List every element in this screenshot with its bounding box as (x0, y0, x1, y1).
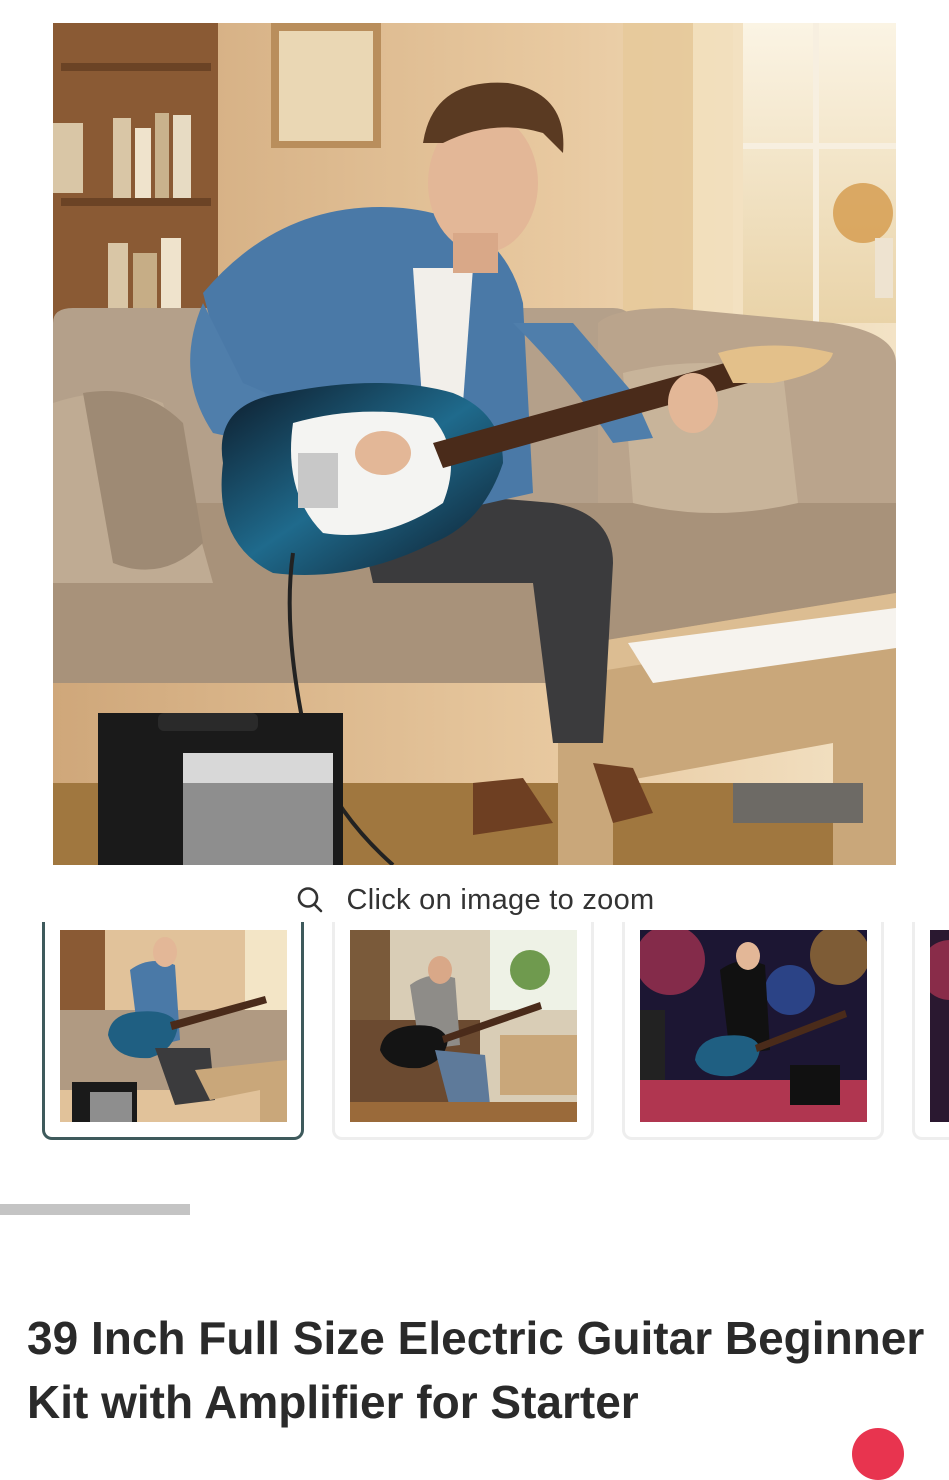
floating-action-badge[interactable] (852, 1428, 904, 1480)
zoom-hint: Click on image to zoom (0, 878, 949, 922)
thumbnail-1[interactable] (42, 922, 304, 1140)
guitar-player-photo (53, 23, 896, 865)
thumbnail-image-partial (930, 930, 949, 1122)
search-icon (295, 885, 325, 915)
zoom-hint-text: Click on image to zoom (346, 883, 655, 916)
thumbnail-image-living-room (60, 930, 287, 1122)
thumbnail-image-cozy-room (350, 930, 577, 1122)
scroll-progress-bar (0, 1204, 190, 1215)
gallery-scroll-indicator (0, 1204, 949, 1215)
thumbnail-4[interactable] (912, 922, 949, 1140)
thumbnail-2[interactable] (332, 922, 594, 1140)
thumbnail-3[interactable] (622, 922, 884, 1140)
product-title: 39 Inch Full Size Electric Guitar Beginn… (27, 1312, 925, 1428)
main-product-image[interactable] (53, 23, 896, 865)
thumbnail-strip[interactable] (0, 922, 949, 1144)
thumbnail-image-concert-stage (640, 930, 867, 1122)
